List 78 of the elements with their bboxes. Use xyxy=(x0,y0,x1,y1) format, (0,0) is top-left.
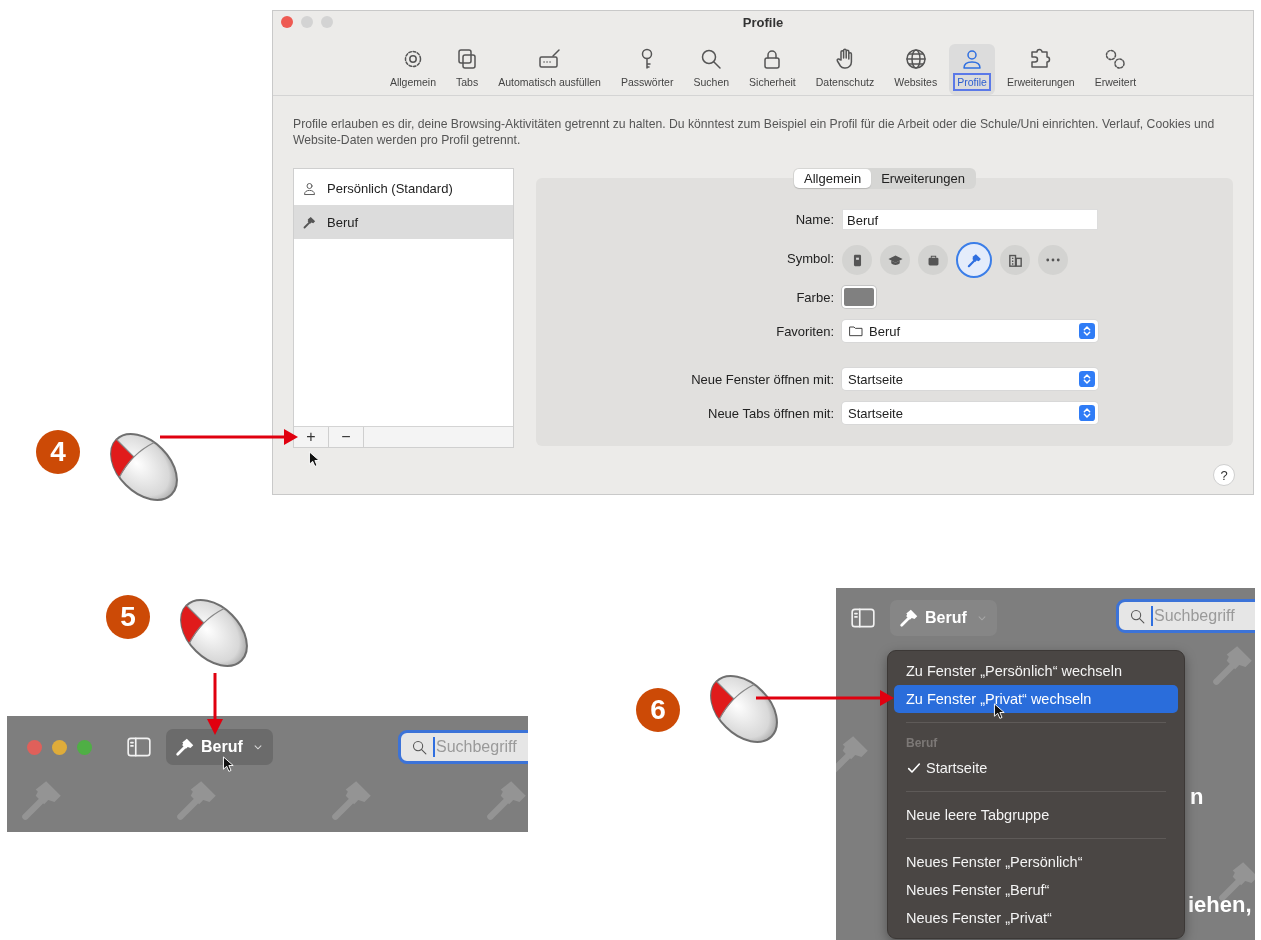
hammer-icon xyxy=(898,607,920,629)
field-label: Favoriten: xyxy=(776,323,834,339)
menu-item[interactable]: Zu Fenster „Persönlich“ wechseln xyxy=(894,657,1178,685)
toolbar-tab[interactable]: Automatisch ausfüllen xyxy=(490,44,609,95)
keyboard-pen-icon xyxy=(537,47,562,71)
stepper-icon xyxy=(1079,371,1095,387)
toolbar-tab[interactable]: Suchen xyxy=(685,44,738,95)
menu-item[interactable]: Zu Fenster „Privat“ wechseln xyxy=(894,685,1178,713)
stepper-icon xyxy=(1079,405,1095,421)
puzzle-icon xyxy=(1028,47,1053,71)
ellipsis-icon xyxy=(1046,258,1060,262)
search-icon xyxy=(699,47,724,71)
profile-list-item[interactable]: Persönlich (Standard) xyxy=(294,171,513,205)
profile-button[interactable]: Beruf xyxy=(890,600,997,636)
toolbar-tab[interactable]: Datenschutz xyxy=(807,44,883,95)
menu-item[interactable]: Neue leere Tabgruppe xyxy=(894,801,1178,829)
hammer-icon xyxy=(965,251,983,269)
arrow xyxy=(207,673,223,735)
background-text: n xyxy=(1190,784,1204,810)
field-label: Symbol: xyxy=(787,250,834,266)
toolbar-tab[interactable]: Allgemein xyxy=(381,44,444,95)
search-input[interactable]: Suchbegriff xyxy=(1153,607,1254,625)
checkmark-icon xyxy=(906,760,922,776)
symbol-button[interactable] xyxy=(842,245,872,275)
toolbar-tab[interactable]: Tabs xyxy=(448,44,487,95)
gears-icon xyxy=(1103,47,1128,71)
field-label: Neue Tabs öffnen mit: xyxy=(708,405,834,421)
symbol-button[interactable] xyxy=(1000,245,1030,275)
background-text: iehen, xyxy=(1188,892,1252,918)
cursor-icon xyxy=(222,756,235,773)
search-input[interactable]: Suchbegriff xyxy=(435,738,528,756)
color-well[interactable] xyxy=(842,286,876,308)
menu-item[interactable]: Neues Fenster „Persönlich“ xyxy=(894,848,1178,876)
profile-list-item[interactable]: Beruf xyxy=(294,205,513,239)
globe-icon xyxy=(903,47,928,71)
toolbar-tab[interactable]: Sicherheit xyxy=(741,44,804,95)
description-text: Profile erlauben es dir, deine Browsing-Aktivitäten getrennt zu halten. Du könntest zum Beispiel ein Profil für die Arbeit oder die Schule/Uni einrichten. Verlauf, Cookies und Website-Daten werden pro Profil getrennt. xyxy=(293,116,1216,148)
search-bar[interactable]: Suchbegriff xyxy=(1116,599,1255,633)
toolbar-tab[interactable]: Erweitert xyxy=(1086,44,1145,95)
person-icon xyxy=(302,180,317,196)
hammer-icon xyxy=(302,214,317,230)
tab[interactable]: Erweiterungen xyxy=(871,169,975,188)
help-button[interactable]: ? xyxy=(1213,464,1235,486)
hammer-icon xyxy=(174,736,196,758)
stepper-icon xyxy=(1079,323,1095,339)
field-label: Neue Fenster öffnen mit: xyxy=(691,371,834,387)
menu-item[interactable]: Neues Fenster „Privat“ xyxy=(894,904,1178,932)
symbol-button[interactable] xyxy=(880,245,910,275)
minimize-button[interactable] xyxy=(52,739,67,755)
field-label: Farbe: xyxy=(796,289,834,305)
search-bar[interactable]: Suchbegriff xyxy=(398,730,528,764)
cursor-icon xyxy=(308,451,321,468)
close-button[interactable] xyxy=(281,16,293,28)
folder-icon xyxy=(848,323,864,339)
toolbar-tab[interactable]: Websites xyxy=(886,44,946,95)
step-number: 5 xyxy=(106,595,150,639)
window-title: Profile xyxy=(742,14,784,30)
tab[interactable]: Allgemein xyxy=(794,169,872,188)
symbol-button[interactable] xyxy=(918,245,948,275)
profile-name: Beruf xyxy=(327,214,359,230)
field-label: Name: xyxy=(795,212,834,227)
search-icon xyxy=(411,738,428,756)
popup-button[interactable]: Beruf xyxy=(842,320,1098,342)
profile-button[interactable]: Beruf xyxy=(166,729,273,765)
toolbar-tab[interactable]: Passwörter xyxy=(612,44,682,95)
menu-item[interactable]: Neues Fenster „Beruf“ xyxy=(894,876,1178,904)
step-number: 4 xyxy=(36,430,80,474)
symbol-button[interactable] xyxy=(956,242,992,278)
toolbar-tab[interactable]: Erweiterungen xyxy=(998,44,1083,95)
remove-button[interactable]: − xyxy=(329,427,364,447)
profile-name: Persönlich (Standard) xyxy=(327,180,453,196)
step-number: 6 xyxy=(636,688,680,732)
popup-button[interactable]: Startseite xyxy=(842,402,1098,424)
menu-item[interactable]: Startseite xyxy=(894,754,1178,782)
name-field[interactable]: Beruf xyxy=(842,209,1098,230)
popup-button[interactable]: Startseite xyxy=(842,368,1098,390)
toolbar-tab[interactable]: Profile xyxy=(949,44,995,95)
search-icon xyxy=(1129,607,1146,625)
